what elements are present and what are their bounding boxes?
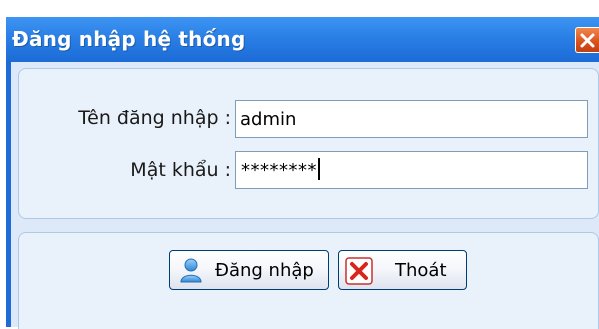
text-caret	[318, 158, 320, 180]
password-label: Mật khẩu :	[130, 159, 231, 181]
password-field[interactable]: ********	[235, 151, 588, 189]
login-dialog: Đăng nhập hệ thống Tên đăng nhập : Mật k…	[6, 0, 599, 329]
username-field[interactable]	[235, 100, 588, 138]
dialog-body: Tên đăng nhập : Mật khẩu : ********	[6, 62, 599, 329]
exit-button[interactable]: Thoát	[338, 250, 467, 290]
close-x-icon	[345, 257, 373, 290]
close-icon	[580, 33, 595, 48]
password-value: ********	[241, 158, 320, 181]
username-label: Tên đăng nhập :	[78, 107, 231, 129]
close-button[interactable]	[575, 27, 599, 53]
user-icon	[179, 257, 203, 288]
login-label: Đăng nhập	[215, 260, 314, 281]
exit-label: Thoát	[395, 260, 447, 281]
login-button[interactable]: Đăng nhập	[169, 250, 329, 290]
window-title: Đăng nhập hệ thống	[12, 27, 246, 51]
title-bar[interactable]: Đăng nhập hệ thống	[6, 17, 599, 62]
credentials-panel: Tên đăng nhập : Mật khẩu : ********	[18, 68, 599, 219]
